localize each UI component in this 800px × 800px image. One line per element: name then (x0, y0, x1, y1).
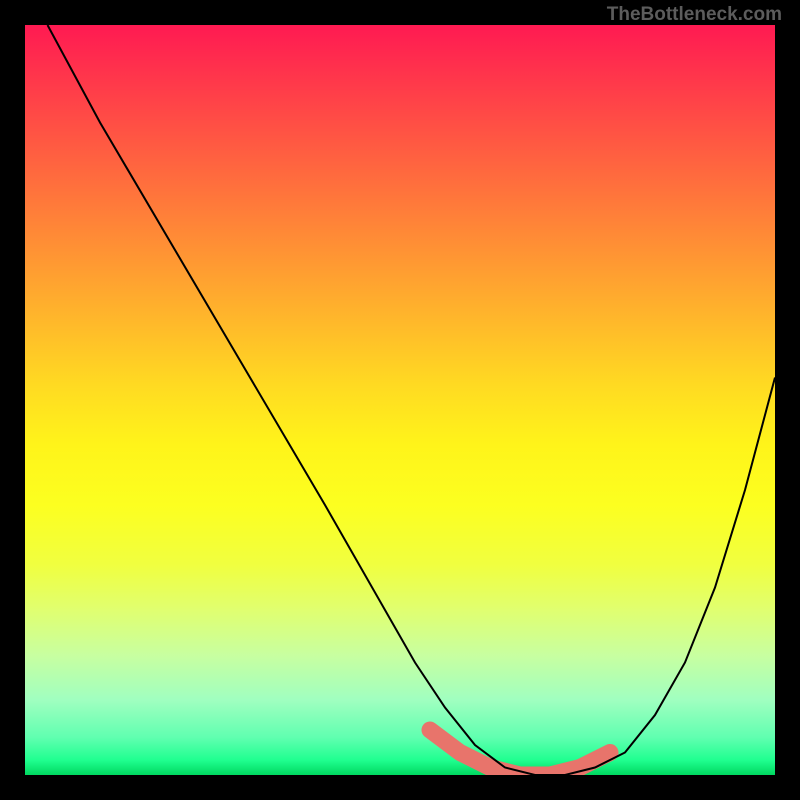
highlight-band (430, 730, 610, 775)
curve-line (48, 25, 776, 775)
chart-plot-area (25, 25, 775, 775)
chart-svg (25, 25, 775, 775)
watermark-text: TheBottleneck.com (607, 4, 782, 26)
